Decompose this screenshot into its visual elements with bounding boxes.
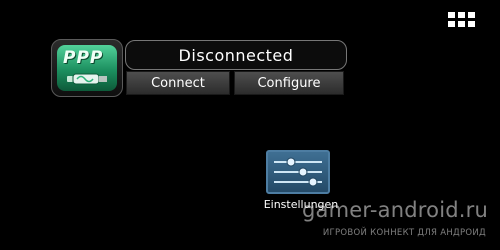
ppp-widget: PPP Disconnected Connect Configure bbox=[51, 39, 347, 97]
ppp-icon-label: PPP bbox=[63, 48, 104, 68]
watermark-text: gamer-android.ru bbox=[302, 198, 488, 222]
apps-grid-icon bbox=[448, 12, 455, 18]
usb-plug-icon bbox=[67, 73, 107, 85]
watermark-subtitle: ИГРОВОЙ КОННЕКТ ДЛЯ АНДРОИД bbox=[322, 228, 486, 238]
configure-button[interactable]: Configure bbox=[234, 71, 344, 95]
watermark: gamer-android.ru ИГРОВОЙ КОННЕКТ ДЛЯ АНД… bbox=[268, 190, 498, 248]
ppp-widget-icon[interactable]: PPP bbox=[51, 39, 123, 97]
app-drawer-button[interactable] bbox=[448, 12, 478, 32]
connect-button[interactable]: Connect bbox=[126, 71, 230, 95]
settings-sliders-icon bbox=[266, 150, 330, 194]
connection-status: Disconnected bbox=[125, 40, 347, 70]
